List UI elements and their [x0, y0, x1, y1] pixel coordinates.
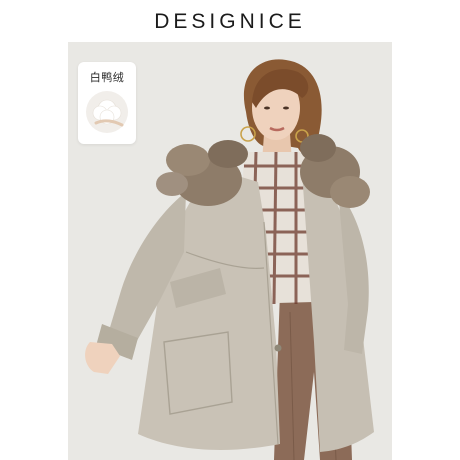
down-feather-icon — [84, 89, 130, 139]
material-badge: 白鸭绒 — [78, 62, 136, 144]
brand-header: DESIGNICE — [0, 0, 460, 42]
badge-label: 白鸭绒 — [89, 71, 125, 84]
brand-logo[interactable]: DESIGNICE — [154, 8, 306, 34]
